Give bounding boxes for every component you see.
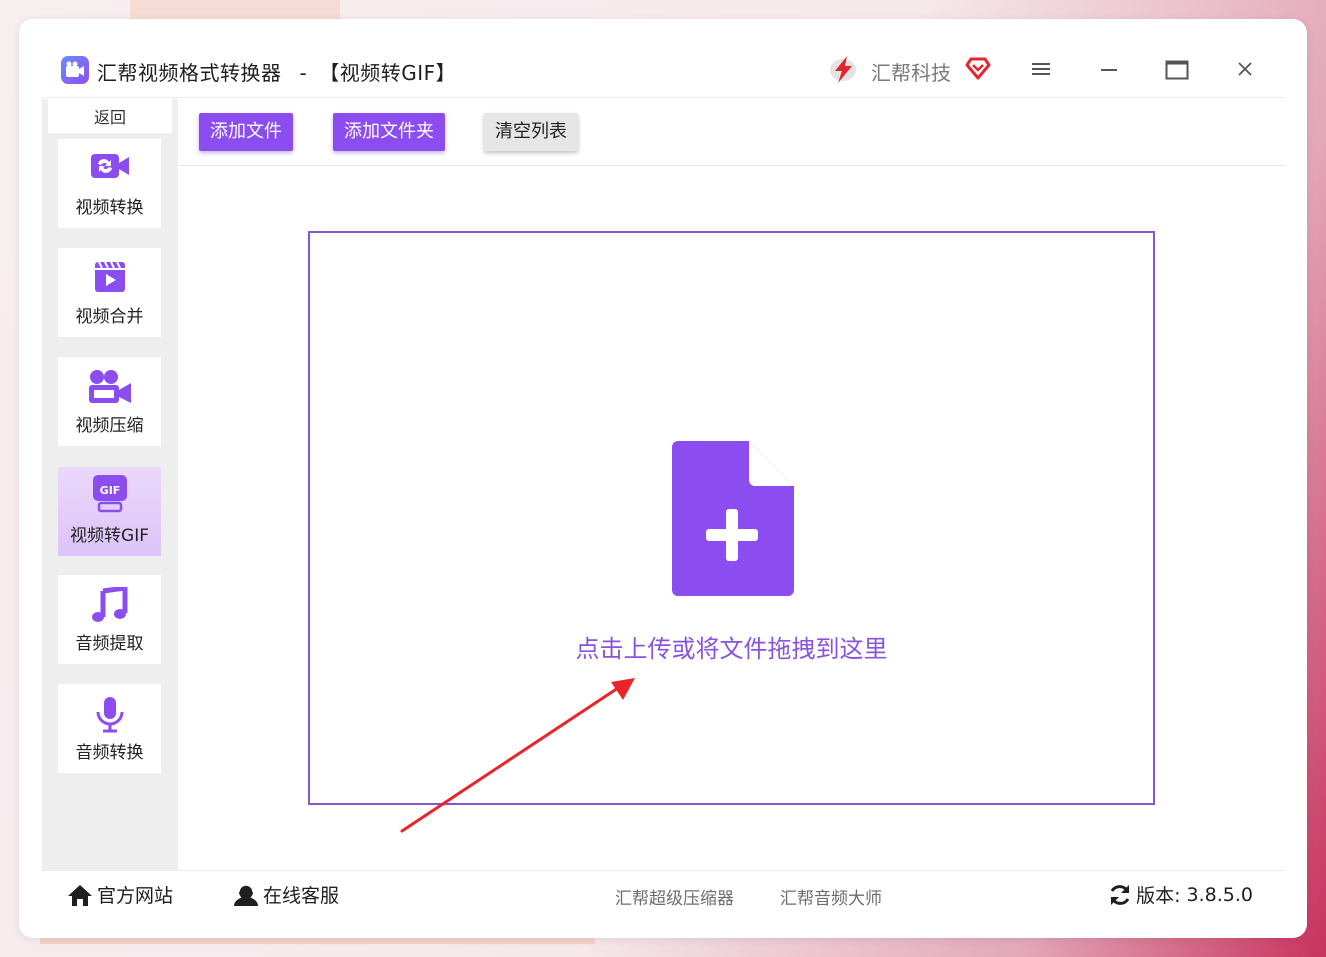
- gif-icon: GIF: [58, 473, 161, 513]
- window-title: 汇帮视频格式转换器 - 【视频转GIF】: [97, 57, 456, 86]
- add-folder-button[interactable]: 添加文件夹: [333, 113, 445, 151]
- app-window: 汇帮视频格式转换器 - 【视频转GIF】 汇帮科技 返回 视频转换 视频合并 视…: [19, 19, 1307, 938]
- sidebar-item-audio-extract[interactable]: 音频提取: [58, 575, 161, 664]
- app-logo-icon: [61, 56, 89, 84]
- version-info: 版本: 3.8.5.0: [1108, 881, 1253, 908]
- sidebar-item-label: 视频转换: [75, 198, 144, 218]
- sidebar-item-video-convert[interactable]: 视频转换: [58, 139, 161, 228]
- minimize-icon[interactable]: [1093, 55, 1125, 87]
- title-bar: 汇帮视频格式转换器 - 【视频转GIF】 汇帮科技: [41, 19, 1285, 98]
- add-file-button[interactable]: 添加文件: [199, 113, 293, 151]
- version-value: 3.8.5.0: [1186, 883, 1253, 906]
- title-separator: -: [299, 61, 308, 85]
- sidebar-item-video-merge[interactable]: 视频合并: [58, 248, 161, 337]
- brand-name: 汇帮科技: [871, 61, 951, 85]
- sidebar-item-label: 音频提取: [75, 634, 144, 654]
- mode-label: 【视频转GIF】: [319, 61, 457, 85]
- app-name: 汇帮视频格式转换器: [97, 61, 282, 85]
- sidebar-item-label: 视频转GIF: [70, 526, 149, 546]
- home-icon: [68, 884, 92, 906]
- online-support-link[interactable]: 在线客服: [233, 881, 339, 908]
- sidebar-item-label: 视频压缩: [75, 416, 144, 436]
- sidebar-item-video-compress[interactable]: 视频压缩: [58, 357, 161, 446]
- add-file-icon: [671, 440, 795, 601]
- drop-hint-text: 点击上传或将文件拖拽到这里: [575, 635, 888, 663]
- sidebar-item-video-to-gif[interactable]: GIF 视频转GIF: [58, 467, 161, 556]
- video-merge-icon: [58, 260, 161, 296]
- online-support-label: 在线客服: [263, 885, 340, 907]
- background-glow: [130, 0, 340, 20]
- official-site-link[interactable]: 官方网站: [67, 881, 173, 908]
- toolbar: 添加文件 添加文件夹 清空列表: [178, 99, 1285, 166]
- annotation-arrow: [399, 674, 644, 838]
- music-note-icon: [58, 587, 161, 623]
- brand-logo-icon: [827, 53, 859, 89]
- microphone-icon: [58, 696, 161, 733]
- menu-icon[interactable]: [1025, 55, 1057, 87]
- back-button[interactable]: 返回: [48, 99, 172, 133]
- support-agent-icon: [234, 883, 258, 906]
- video-compress-icon: [58, 369, 161, 405]
- sidebar-item-audio-convert[interactable]: 音频转换: [58, 684, 161, 773]
- maximize-icon[interactable]: [1161, 55, 1193, 87]
- audio-master-link[interactable]: 汇帮音频大师: [780, 884, 882, 909]
- sidebar: 返回 视频转换 视频合并 视频压缩 GIF 视频转GIF 音频提取 音频转换: [42, 99, 178, 870]
- official-site-label: 官方网站: [97, 885, 174, 907]
- svg-text:GIF: GIF: [99, 484, 120, 497]
- compressor-link[interactable]: 汇帮超级压缩器: [615, 884, 734, 909]
- clear-list-button[interactable]: 清空列表: [484, 113, 578, 151]
- sidebar-item-label: 音频转换: [75, 743, 144, 763]
- footer: 官方网站 在线客服 汇帮超级压缩器 汇帮音频大师 版本: 3.8.5.0: [41, 870, 1285, 916]
- close-icon[interactable]: [1229, 55, 1261, 87]
- vip-heart-icon[interactable]: [965, 55, 991, 85]
- refresh-icon[interactable]: [1108, 883, 1132, 907]
- version-label: 版本:: [1136, 885, 1181, 907]
- background-glow: [40, 938, 595, 944]
- sidebar-item-label: 视频合并: [75, 307, 144, 327]
- video-convert-icon: [58, 151, 161, 187]
